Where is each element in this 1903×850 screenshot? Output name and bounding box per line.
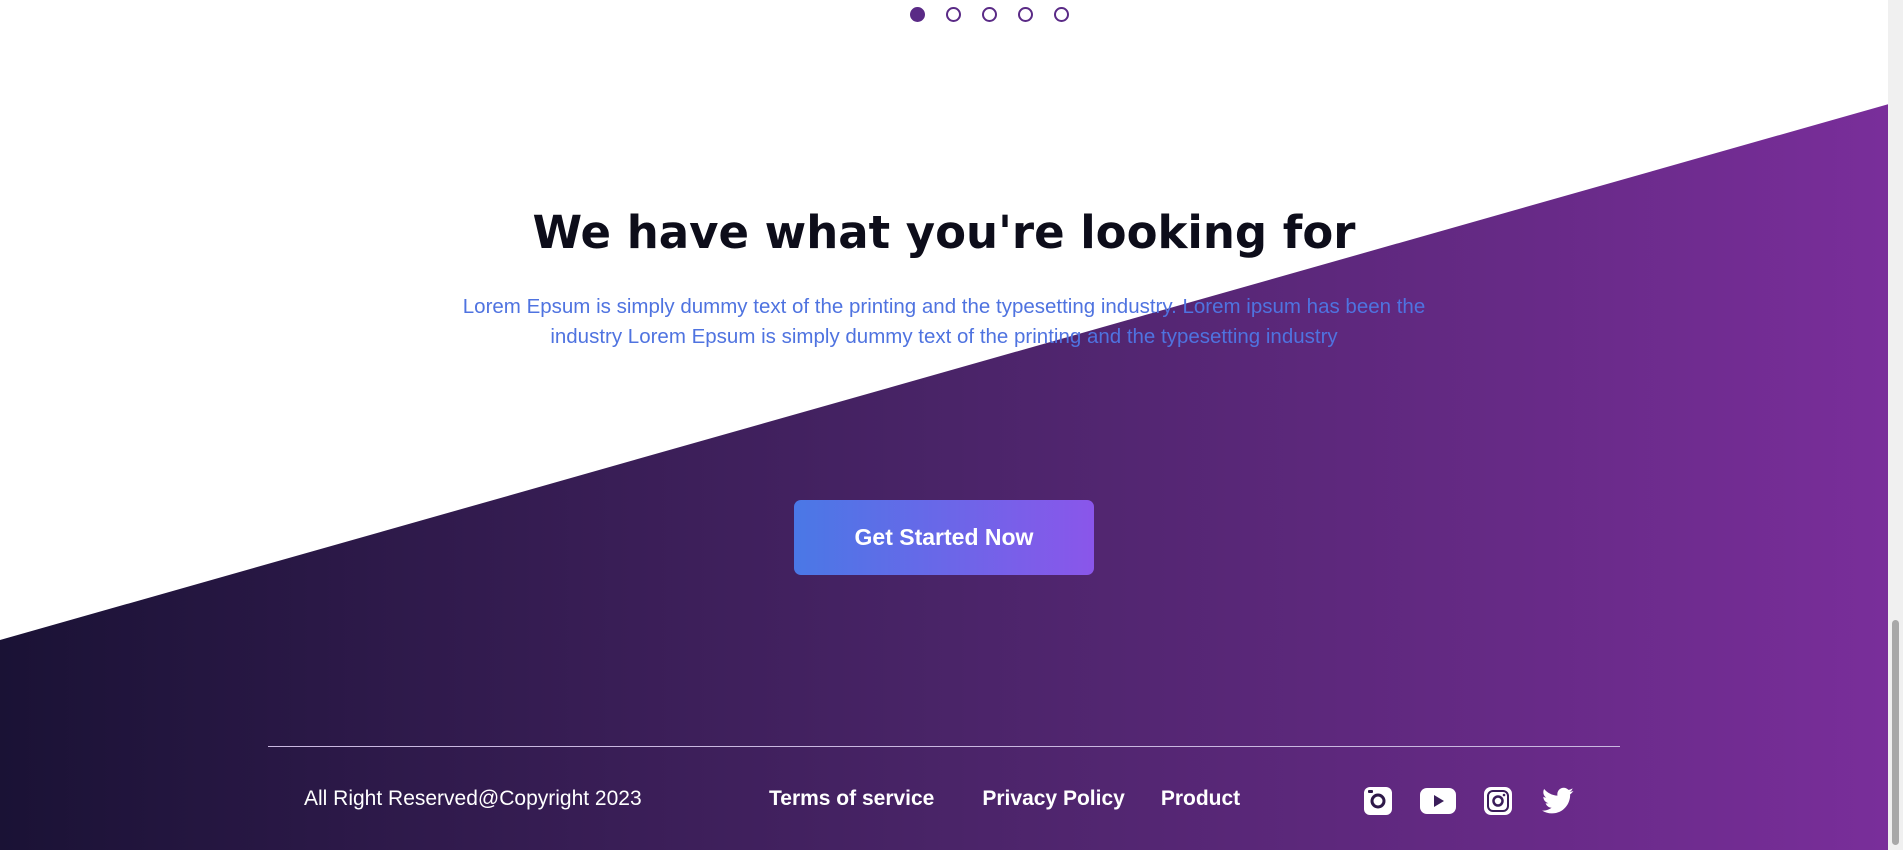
youtube-icon[interactable] bbox=[1420, 783, 1456, 819]
camera-icon[interactable] bbox=[1360, 783, 1396, 819]
section-description: Lorem Epsum is simply dummy text of the … bbox=[462, 295, 1426, 348]
twitter-icon[interactable] bbox=[1540, 783, 1576, 819]
vertical-scrollbar[interactable] bbox=[1888, 0, 1903, 850]
social-links bbox=[1360, 783, 1576, 819]
diagonal-gradient-background bbox=[0, 100, 1903, 850]
section-heading: We have what you're looking for bbox=[532, 206, 1356, 259]
carousel-dot-2[interactable] bbox=[946, 7, 961, 22]
terms-of-service-link[interactable]: Terms of service bbox=[769, 787, 934, 811]
carousel-dot-4[interactable] bbox=[1018, 7, 1033, 22]
carousel-dot-1[interactable] bbox=[910, 7, 925, 22]
instagram-icon[interactable] bbox=[1480, 783, 1516, 819]
get-started-button[interactable]: Get Started Now bbox=[794, 500, 1094, 575]
scrollbar-thumb[interactable] bbox=[1892, 620, 1899, 845]
carousel-dot-5[interactable] bbox=[1054, 7, 1069, 22]
product-link[interactable]: Product bbox=[1161, 787, 1240, 811]
privacy-policy-link[interactable]: Privacy Policy bbox=[982, 787, 1124, 811]
carousel-dots bbox=[910, 7, 1069, 22]
page: We have what you're looking for Lorem Ep… bbox=[0, 0, 1903, 850]
carousel-dot-3[interactable] bbox=[982, 7, 997, 22]
copyright-text: All Right Reserved@Copyright 2023 bbox=[304, 787, 642, 810]
footer-links: Terms of service Privacy Policy Product bbox=[769, 787, 1240, 811]
footer-divider bbox=[268, 746, 1620, 747]
